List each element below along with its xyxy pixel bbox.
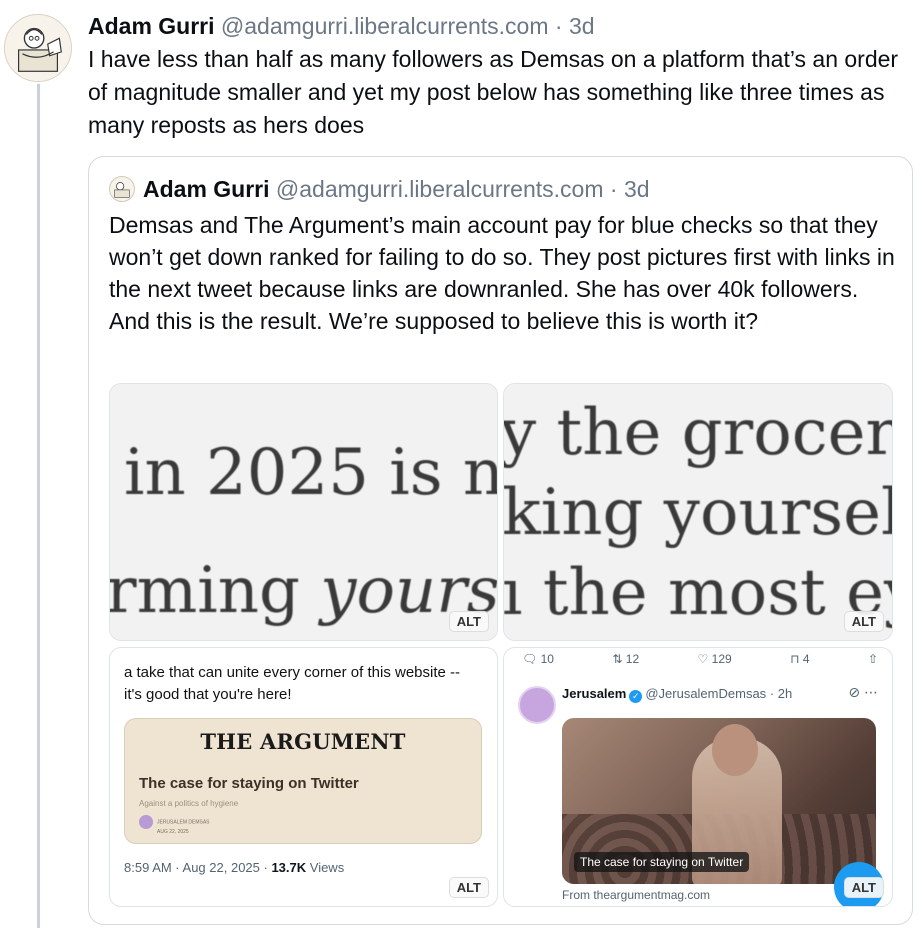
more-icon: ⋯ — [864, 684, 878, 700]
author-handle[interactable]: @adamgurri.liberalcurrents.com — [221, 13, 549, 39]
reply-number: 10 — [540, 652, 554, 666]
repost-count: ⇅ 12 — [612, 652, 639, 666]
quote-author-avatar — [109, 176, 135, 202]
author-avatar[interactable] — [4, 14, 72, 82]
card-subtitle: Against a politics of hygiene — [139, 799, 239, 808]
link-card: THE ARGUMENT The case for staying on Twi… — [124, 718, 482, 844]
article-photo: The case for staying on Twitter — [562, 718, 876, 884]
alt-badge[interactable]: ALT — [843, 611, 884, 632]
tweet-screenshot-2[interactable]: 🗨 10 ⇅ 12 ♡ 129 ⊓ 4 ⇧ Jerusalem ✓ @Jerusal… — [503, 647, 893, 907]
post: Adam Gurri @adamgurri.liberalcurrents.co… — [88, 10, 918, 142]
tweet-author-name: Jerusalem — [562, 686, 627, 701]
card-author: JERUSALEM DEMSAS AUG 22, 2025 — [139, 815, 210, 835]
tweet-screenshot-1[interactable]: a take that can unite every corner of th… — [109, 647, 498, 907]
image-text-line: ı the most eyeba — [503, 556, 892, 630]
post-header: Adam Gurri @adamgurri.liberalcurrents.co… — [88, 10, 918, 42]
alt-badge[interactable]: ALT — [448, 611, 489, 632]
heart-icon: ♡ — [697, 652, 709, 666]
reply-count: 🗨 10 — [522, 652, 554, 666]
image-text-crop-2[interactable]: y the grocery-br king yourself ou ı the … — [503, 383, 893, 641]
bookmark-count: ⊓ 4 — [790, 652, 809, 666]
quote-age: 3d — [623, 176, 650, 202]
bookmark-icon: ⊓ — [790, 652, 800, 666]
tweet-author-avatar — [518, 686, 556, 724]
separator: · — [609, 176, 618, 202]
post-text: I have less than half as many followers … — [88, 46, 899, 138]
author-mini-avatar — [139, 815, 153, 829]
quote-text: Demsas and The Argument’s main account p… — [109, 212, 895, 334]
image-text-crop-1[interactable]: in 2025 is n rming yours ALT — [109, 383, 498, 641]
verified-badge-icon: ✓ — [629, 690, 643, 703]
views-label: Views — [306, 860, 345, 875]
like-count: ♡ 129 — [698, 652, 732, 666]
tweet-text: a take that can unite every corner of th… — [124, 664, 460, 703]
author-name[interactable]: Adam Gurri — [88, 13, 215, 39]
link-source: From theargumentmag.com — [562, 888, 711, 902]
alt-badge[interactable]: ALT — [448, 877, 489, 898]
photo-head — [712, 724, 758, 776]
quote-header: Adam Gurri @adamgurri.liberalcurrents.co… — [109, 173, 650, 205]
quote-author-name: Adam Gurri — [143, 176, 270, 202]
separator: · — [554, 13, 563, 39]
quote-author-handle: @adamgurri.liberalcurrents.com — [275, 176, 604, 202]
quoted-post[interactable]: Adam Gurri @adamgurri.liberalcurrents.co… — [88, 156, 913, 925]
alt-badge[interactable]: ALT — [843, 877, 884, 898]
image-text-fragment: rming — [109, 554, 321, 628]
tweet-tools: ⊘ ⋯ — [848, 684, 878, 701]
image-text-line: in 2025 is n — [124, 436, 498, 510]
repost-icon: ⇅ — [612, 652, 623, 666]
tweet-meta: 8:59 AM · Aug 22, 2025 · 13.7K Views — [124, 860, 344, 875]
bookmark-number: 4 — [802, 652, 810, 666]
image-text-line: king yourself ou — [503, 476, 892, 550]
card-date: AUG 22, 2025 — [157, 829, 189, 835]
tweet-author-handle: @JerusalemDemsas · 2h — [645, 686, 793, 701]
reply-icon: 🗨 — [522, 652, 538, 666]
thread-line — [37, 84, 40, 928]
card-title: THE ARGUMENT — [200, 729, 406, 754]
tweet-action-bar: 🗨 10 ⇅ 12 ♡ 129 ⊓ 4 ⇧ — [504, 648, 892, 670]
image-text-line: y the grocery-br — [503, 396, 892, 470]
share-icon: ⇧ — [867, 652, 878, 666]
photo-caption: The case for staying on Twitter — [574, 852, 750, 872]
views-count: 13.7K — [271, 860, 307, 875]
tweet-author-line: Jerusalem ✓ @JerusalemDemsas · 2h — [562, 686, 792, 703]
card-headline: The case for staying on Twitter — [139, 775, 359, 792]
image-text-line: rming yours — [109, 554, 497, 628]
like-number: 129 — [711, 652, 732, 666]
repost-number: 12 — [625, 652, 640, 666]
tweet-time: 8:59 AM · Aug 22, 2025 · — [124, 860, 272, 875]
post-age[interactable]: 3d — [569, 13, 595, 39]
grok-icon: ⊘ — [848, 684, 861, 700]
card-author-name: JERUSALEM DEMSAS — [157, 819, 210, 826]
